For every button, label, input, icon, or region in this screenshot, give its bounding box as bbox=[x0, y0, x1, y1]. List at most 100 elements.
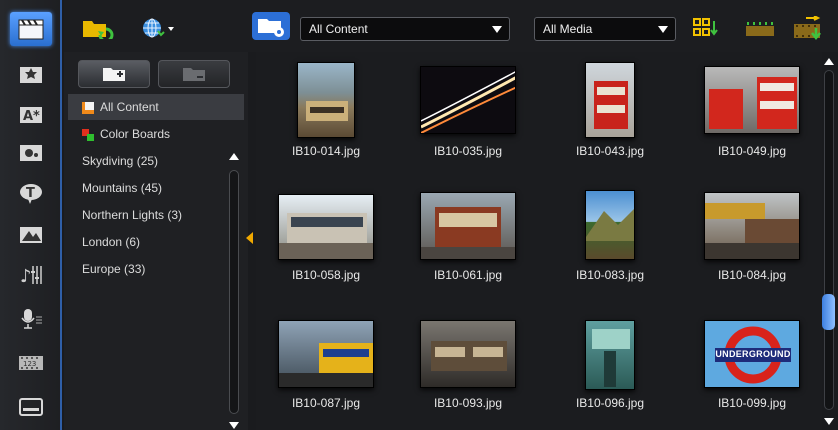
gallery-scrollbar-thumb[interactable] bbox=[822, 294, 835, 330]
thumbnail-image bbox=[278, 320, 374, 388]
thumbnail-image bbox=[585, 62, 635, 138]
thumbnail-caption: IB10-093.jpg bbox=[433, 396, 503, 410]
thumbnail-image bbox=[420, 66, 516, 134]
remove-library-button[interactable] bbox=[158, 60, 230, 88]
media-gallery: IB10-014.jpg IB10-035.jpg IB10-043.jpg I… bbox=[256, 52, 822, 430]
thumbnail-image bbox=[297, 62, 355, 138]
filter-tool-button[interactable] bbox=[10, 136, 52, 170]
library-panel: All Content Color Boards Skydiving (25) … bbox=[64, 52, 248, 430]
library-item-all-content[interactable]: All Content bbox=[68, 94, 244, 120]
media-thumbnail[interactable]: IB10-035.jpg bbox=[398, 62, 538, 182]
instant-project-icon bbox=[20, 67, 42, 83]
audio-tool-button[interactable]: ♪ bbox=[10, 258, 52, 292]
clapperboard-icon bbox=[18, 19, 44, 40]
library-item-label: Mountains (45) bbox=[82, 181, 163, 195]
media-filter-dropdown[interactable]: All Media bbox=[534, 17, 676, 41]
audio-mixer-icon: ♪ bbox=[20, 266, 42, 287]
gallery-scroll-down-arrow[interactable] bbox=[824, 418, 834, 425]
sort-button[interactable] bbox=[692, 17, 718, 39]
media-thumbnail[interactable]: IB10-043.jpg bbox=[540, 62, 680, 182]
sort-grid-icon bbox=[693, 18, 718, 36]
thumbnail-image bbox=[278, 194, 374, 260]
media-filter-value: All Media bbox=[543, 22, 593, 36]
gallery-scroll-up-arrow[interactable] bbox=[824, 58, 834, 65]
media-thumbnail[interactable]: IB10-087.jpg bbox=[256, 320, 396, 430]
thumbnail-caption: IB10-014.jpg bbox=[291, 144, 361, 158]
record-tool-button[interactable] bbox=[10, 302, 52, 336]
thumbnail-image bbox=[585, 190, 635, 260]
library-item-color-boards[interactable]: Color Boards bbox=[68, 121, 244, 147]
library-item-label: London (6) bbox=[82, 235, 141, 249]
library-item-mountains[interactable]: Mountains (45) bbox=[68, 175, 244, 201]
instant-project-tool-button[interactable] bbox=[10, 58, 52, 92]
media-thumbnail[interactable]: IB10-014.jpg bbox=[256, 62, 396, 182]
thumbnail-image: UNDERGROUND bbox=[704, 320, 800, 388]
library-item-skydiving[interactable]: Skydiving (25) bbox=[68, 148, 244, 174]
subtitle-tool-button[interactable] bbox=[10, 390, 52, 424]
globe-dropdown-icon bbox=[143, 18, 174, 38]
library-item-northern-lights[interactable]: Northern Lights (3) bbox=[68, 202, 244, 228]
import-media-button[interactable] bbox=[82, 17, 116, 39]
chapter-tool-button[interactable]: 123 bbox=[10, 346, 52, 380]
tool-strip: A* T ♪ 123 bbox=[0, 0, 62, 430]
media-thumbnail[interactable]: IB10-096.jpg bbox=[540, 320, 680, 430]
content-filter-dropdown[interactable]: All Content bbox=[300, 17, 510, 41]
top-toolbar: All Content All Media bbox=[64, 0, 838, 52]
library-item-europe[interactable]: Europe (33) bbox=[68, 256, 244, 282]
thumbnail-image bbox=[704, 192, 800, 260]
underground-sign-text: UNDERGROUND bbox=[715, 349, 791, 359]
display-mode-button[interactable] bbox=[744, 17, 776, 39]
filmstrip-export-icon bbox=[794, 16, 821, 40]
library-item-label: All Content bbox=[100, 100, 159, 114]
media-thumbnail[interactable]: IB10-093.jpg bbox=[398, 320, 538, 430]
collapse-library-button[interactable] bbox=[246, 232, 253, 244]
scroll-down-arrow[interactable] bbox=[229, 422, 239, 429]
media-thumbnail[interactable]: IB10-083.jpg bbox=[540, 190, 680, 310]
library-item-label: Northern Lights (3) bbox=[82, 208, 183, 222]
media-thumbnail[interactable]: UNDERGROUND IB10-099.jpg bbox=[682, 320, 822, 430]
thumbnail-caption: IB10-058.jpg bbox=[291, 268, 361, 282]
library-item-label: Skydiving (25) bbox=[82, 154, 159, 168]
media-thumbnail[interactable]: IB10-058.jpg bbox=[256, 190, 396, 310]
media-thumbnail[interactable]: IB10-084.jpg bbox=[682, 190, 822, 310]
title-icon: T bbox=[20, 184, 42, 204]
thumbnail-caption: IB10-084.jpg bbox=[717, 268, 787, 282]
filter-icon bbox=[20, 145, 42, 161]
graphic-icon bbox=[20, 227, 42, 243]
media-thumbnail[interactable]: IB10-049.jpg bbox=[682, 62, 822, 182]
library-item-label: Europe (33) bbox=[82, 262, 146, 276]
thumbnail-image bbox=[585, 320, 635, 390]
folder-import-icon bbox=[83, 21, 114, 39]
title-tool-button[interactable]: T bbox=[10, 176, 52, 210]
gallery-scrollbar[interactable] bbox=[824, 70, 834, 410]
scroll-up-arrow[interactable] bbox=[229, 153, 239, 160]
thumbnail-caption: IB10-087.jpg bbox=[291, 396, 361, 410]
thumbnail-caption: IB10-096.jpg bbox=[575, 396, 645, 410]
add-library-button[interactable] bbox=[78, 60, 150, 88]
subtitle-icon bbox=[19, 398, 43, 416]
thumbnail-caption: IB10-049.jpg bbox=[717, 144, 787, 158]
svg-text:A*: A* bbox=[23, 109, 40, 124]
library-options-button[interactable] bbox=[252, 12, 290, 40]
thumbnail-caption: IB10-061.jpg bbox=[433, 268, 503, 282]
thumbnail-caption: IB10-083.jpg bbox=[575, 268, 645, 282]
export-button[interactable] bbox=[792, 16, 826, 40]
chevron-down-icon bbox=[658, 26, 668, 33]
media-tool-button[interactable] bbox=[10, 12, 52, 46]
online-media-button[interactable] bbox=[142, 17, 176, 39]
svg-text:T: T bbox=[26, 186, 35, 201]
media-library-icon bbox=[82, 102, 94, 114]
color-board-icon bbox=[82, 129, 94, 141]
thumbnail-caption: IB10-035.jpg bbox=[433, 144, 503, 158]
media-thumbnail[interactable]: IB10-061.jpg bbox=[398, 190, 538, 310]
transition-tool-button[interactable]: A* bbox=[10, 98, 52, 132]
svg-text:123: 123 bbox=[23, 360, 36, 368]
filmstrip-chapter-icon: 123 bbox=[19, 356, 43, 370]
library-item-label: Color Boards bbox=[100, 127, 171, 141]
library-item-london[interactable]: London (6) bbox=[68, 229, 244, 255]
library-folder-settings-icon bbox=[252, 12, 290, 40]
thumbnail-image bbox=[420, 192, 516, 260]
library-scrollbar[interactable] bbox=[229, 170, 239, 414]
microphone-icon bbox=[21, 309, 42, 329]
graphic-tool-button[interactable] bbox=[10, 218, 52, 252]
